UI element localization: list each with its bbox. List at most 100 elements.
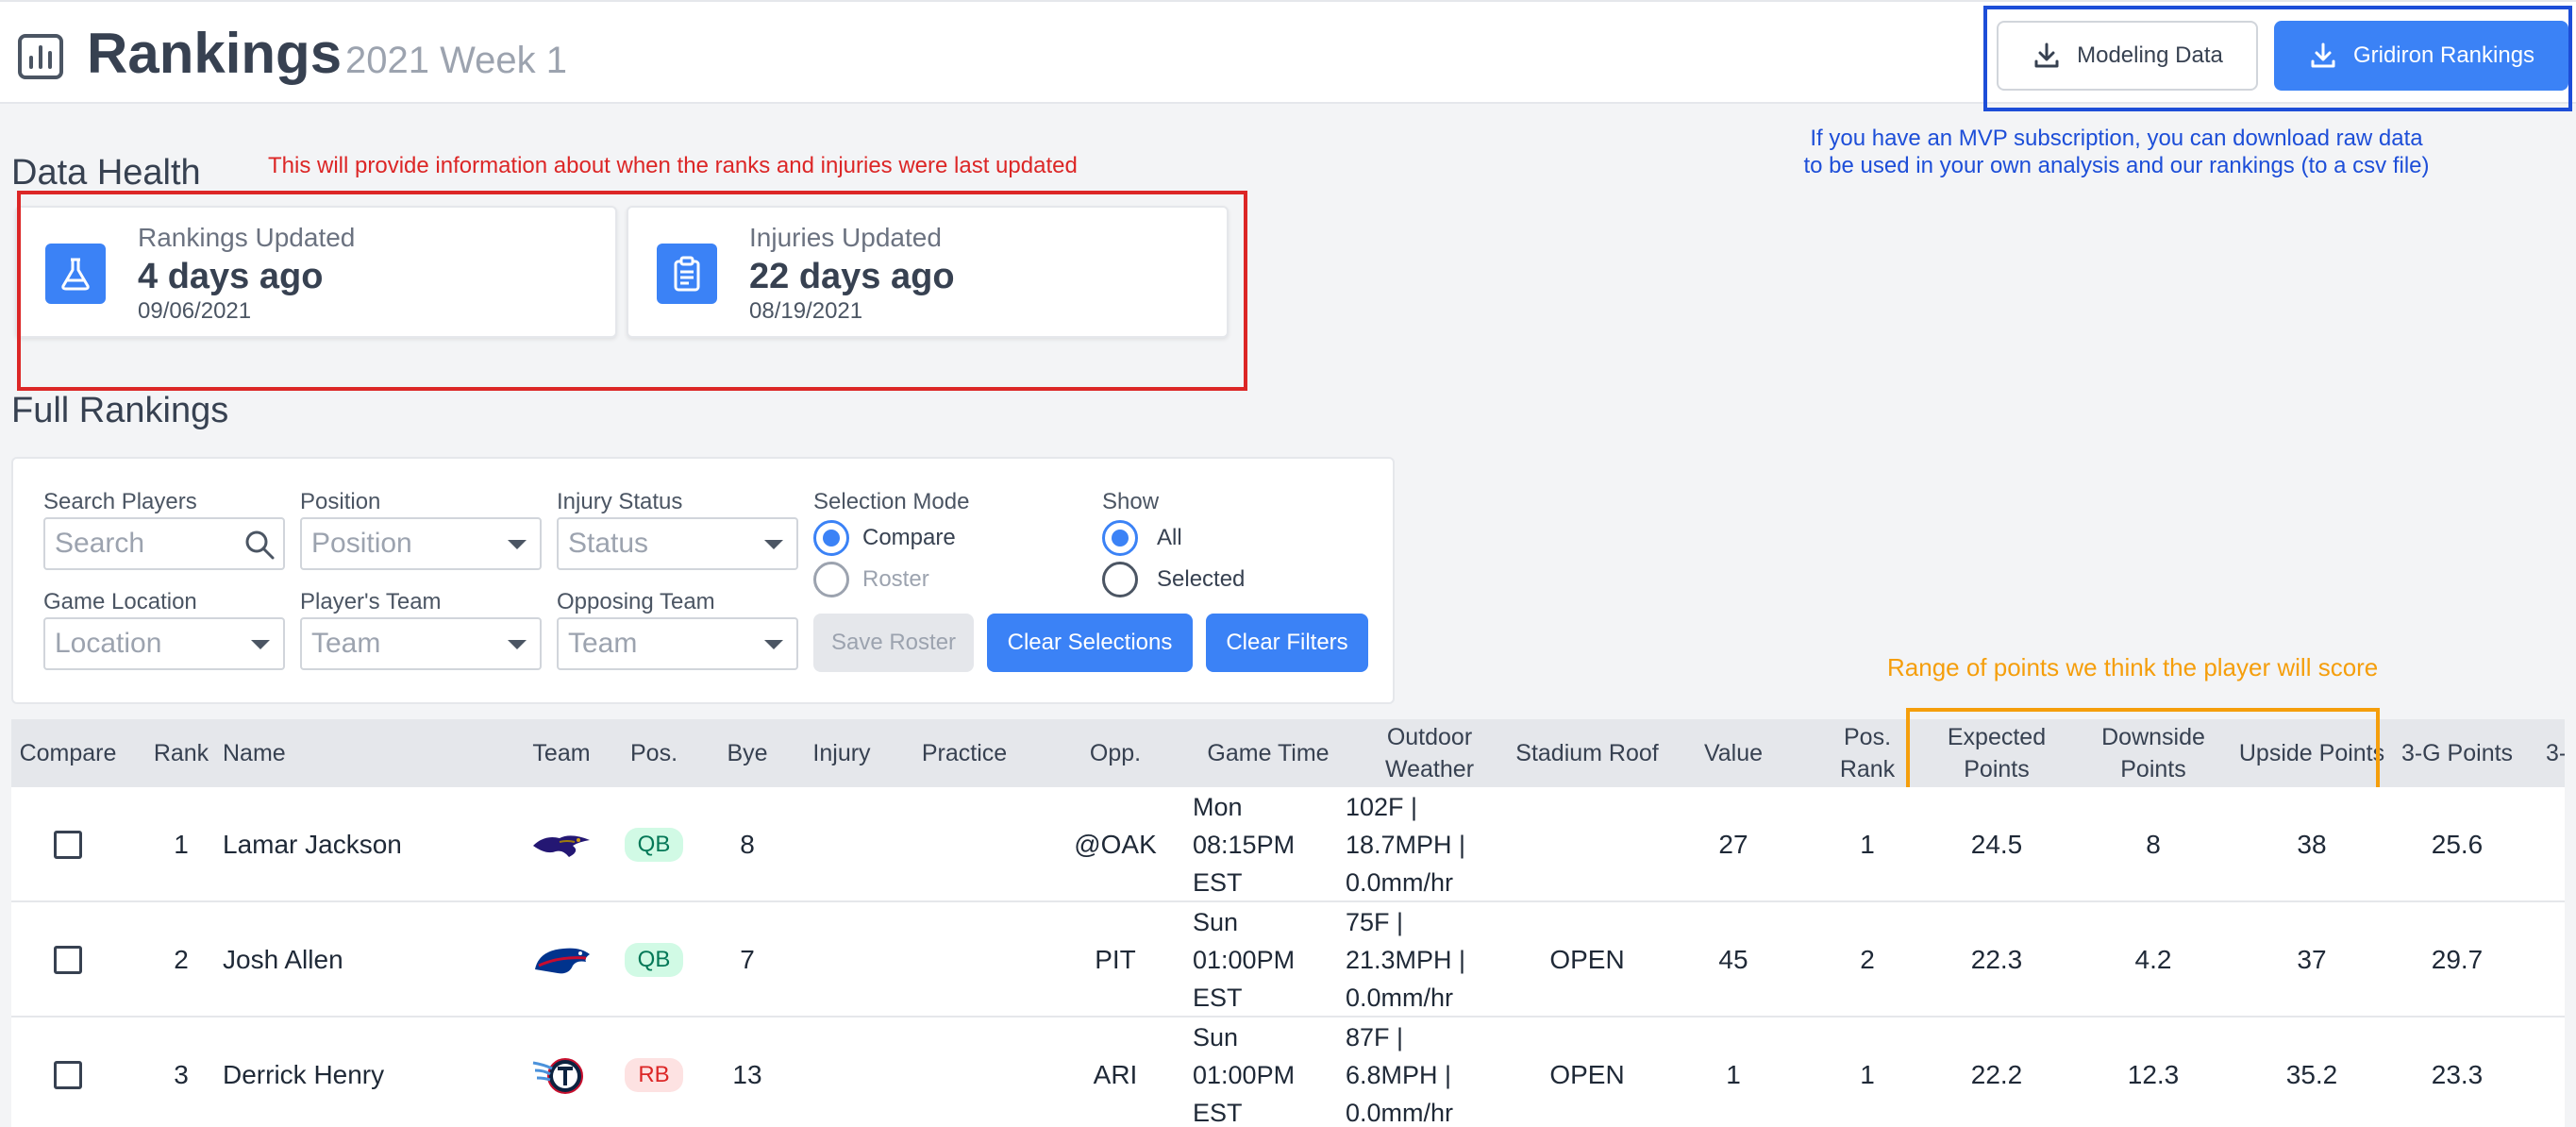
expected-points-cell: 22.3 <box>1970 945 2023 974</box>
location-select[interactable]: Location <box>43 617 285 670</box>
weather-rain: 0.0mm/hr <box>1346 984 1454 1012</box>
name-cell[interactable]: Josh Allen <box>223 902 506 1018</box>
compare-checkbox[interactable] <box>54 946 82 974</box>
col-bye[interactable]: Bye <box>700 719 795 787</box>
download-annotation: If you have an MVP subscription, you can… <box>1803 126 2430 178</box>
value-cell: 45 <box>1718 945 1748 974</box>
col-truncated[interactable]: 3- <box>2546 719 2565 787</box>
three-g-points-cell: 29.7 <box>2431 945 2484 974</box>
position-select[interactable]: Position <box>300 517 542 570</box>
game-location-label: Game Location <box>43 589 197 614</box>
data-health-annotation: This will provide information about when… <box>268 153 1078 178</box>
compare-checkbox[interactable] <box>54 831 82 859</box>
three-g-points-cell: 23.3 <box>2431 1060 2484 1089</box>
game-hour: 08:15PM <box>1193 831 1296 859</box>
opposing-team-select[interactable]: Team <box>557 617 798 670</box>
weather-wind: 21.3MPH | <box>1346 946 1466 974</box>
weather-rain: 0.0mm/hr <box>1346 1099 1454 1127</box>
expected-points-cell: 24.5 <box>1970 830 2023 859</box>
players-team-select[interactable]: Team <box>300 617 542 670</box>
col-rank[interactable]: Rank <box>136 719 226 787</box>
show-all-label: All <box>1157 525 1182 550</box>
clear-selections-button[interactable]: Clear Selections <box>987 614 1193 672</box>
col-value[interactable]: Value <box>1672 719 1795 787</box>
table-row[interactable]: 1 Lamar Jackson QB 8 @OAK Mon 08:15PM EST … <box>11 787 2565 902</box>
col-3g-points[interactable]: 3-G Points <box>2382 719 2533 787</box>
points-range-annotation: Range of points we think the player will… <box>1887 653 2379 681</box>
game-tz: EST <box>1193 868 1243 897</box>
rank-cell: 2 <box>174 945 189 974</box>
selection-mode-label: Selection Mode <box>813 489 970 514</box>
chevron-down-icon <box>764 540 783 549</box>
col-injury[interactable]: Injury <box>795 719 889 787</box>
table-row[interactable]: 2 Josh Allen QB 7 PIT Sun 01:00PM EST 75F … <box>11 902 2565 1018</box>
mode-compare-radio[interactable] <box>813 520 849 556</box>
weather-temp: 102F | <box>1346 793 1418 821</box>
col-name[interactable]: Name <box>223 719 506 787</box>
game-day: Sun <box>1193 908 1239 936</box>
search-icon <box>245 530 275 560</box>
save-roster-button[interactable]: Save Roster <box>813 614 974 672</box>
col-compare[interactable]: Compare <box>11 719 125 787</box>
show-selected-radio[interactable] <box>1102 562 1138 597</box>
position-cell: QB <box>611 902 696 1018</box>
col-stadium-roof[interactable]: Stadium Roof <box>1493 719 1681 787</box>
col-pos[interactable]: Pos. <box>611 719 696 787</box>
show-all-radio[interactable] <box>1102 520 1138 556</box>
game-time-cell: Sun 01:00PM EST <box>1193 1018 1344 1127</box>
game-day: Mon <box>1193 793 1243 821</box>
value-cell: 27 <box>1718 830 1748 859</box>
show-label: Show <box>1102 489 1160 514</box>
search-players-label: Search Players <box>43 489 197 514</box>
team-logo-cell <box>510 902 613 1018</box>
team-select-value: Team <box>311 628 381 659</box>
search-input[interactable]: Search <box>43 517 285 570</box>
game-time-cell: Sun 01:00PM EST <box>1193 902 1344 1018</box>
opponent-cell: @OAK <box>1074 830 1157 859</box>
practice-cell <box>898 902 1030 1018</box>
compare-checkbox[interactable] <box>54 1061 82 1089</box>
ravens-logo-icon <box>533 835 590 857</box>
downside-points-cell: 8 <box>2146 830 2161 859</box>
bar-chart-icon <box>18 34 63 79</box>
game-tz: EST <box>1193 984 1243 1012</box>
opp-select-value: Team <box>568 628 638 659</box>
col-pos-rank[interactable]: Pos. Rank <box>1815 719 1919 787</box>
rankings-page: Rankings 2021 Week 1 Modeling Data Gridi… <box>0 0 2576 1127</box>
game-tz: EST <box>1193 1099 1243 1127</box>
practice-cell <box>898 787 1030 902</box>
col-game-time[interactable]: Game Time <box>1193 719 1344 787</box>
table-row[interactable]: 3 Derrick Henry RB 13 ARI Sun 01:00PM EST … <box>11 1018 2565 1127</box>
weather-cell: 87F | 6.8MPH | 0.0mm/hr <box>1346 1018 1515 1127</box>
show-selected-label: Selected <box>1157 566 1246 592</box>
mode-roster-radio[interactable] <box>813 562 849 597</box>
location-select-value: Location <box>55 628 162 659</box>
name-cell[interactable]: Lamar Jackson <box>223 787 506 902</box>
col-outdoor-weather[interactable]: Outdoor Weather <box>1349 719 1510 787</box>
roof-cell <box>1493 787 1681 902</box>
roof-cell: OPEN <box>1549 945 1625 974</box>
injury-status-select[interactable]: Status <box>557 517 798 570</box>
position-badge: RB <box>625 1058 683 1092</box>
name-cell[interactable]: Derrick Henry <box>223 1018 506 1127</box>
chevron-down-icon <box>508 640 527 649</box>
search-placeholder: Search <box>55 528 145 559</box>
rank-cell: 1 <box>174 830 189 859</box>
downside-points-cell: 12.3 <box>2127 1060 2180 1089</box>
col-team[interactable]: Team <box>510 719 613 787</box>
mode-roster-label: Roster <box>862 566 929 592</box>
data-health-title: Data Health <box>11 153 201 193</box>
opponent-cell: PIT <box>1095 945 1136 974</box>
col-opp[interactable]: Opp. <box>1049 719 1181 787</box>
chevron-down-icon <box>508 540 527 549</box>
game-day: Sun <box>1193 1023 1239 1051</box>
weather-cell: 75F | 21.3MPH | 0.0mm/hr <box>1346 902 1515 1018</box>
compare-cell <box>11 1018 125 1127</box>
team-logo-cell <box>510 787 613 902</box>
game-hour: 01:00PM <box>1193 946 1296 974</box>
col-practice[interactable]: Practice <box>898 719 1030 787</box>
pos-rank-cell: 1 <box>1860 1060 1875 1089</box>
clear-filters-button[interactable]: Clear Filters <box>1206 614 1368 672</box>
bye-cell: 8 <box>740 830 755 859</box>
position-badge: QB <box>624 943 684 977</box>
